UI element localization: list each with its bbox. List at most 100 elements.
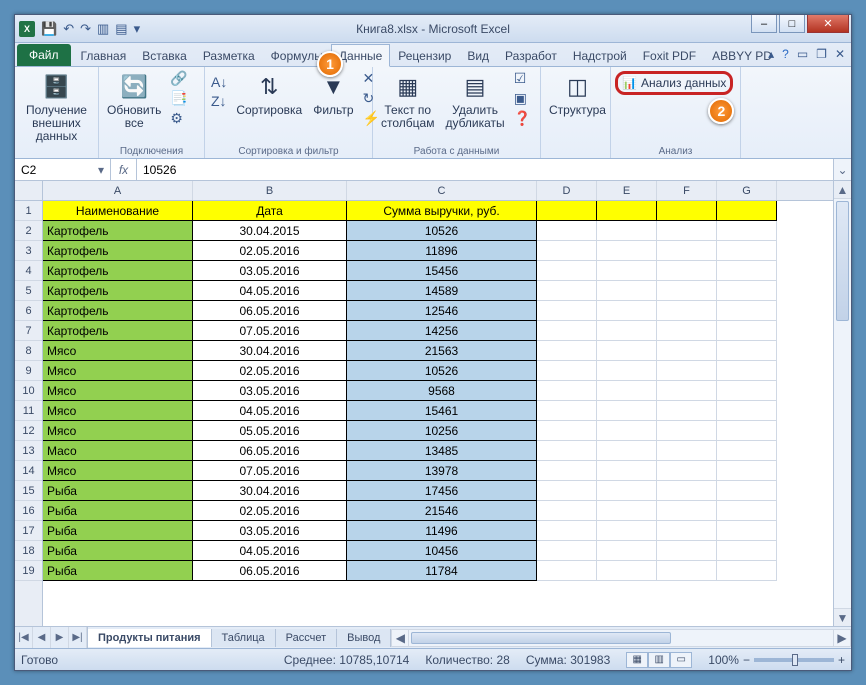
cell[interactable] [657,201,717,221]
namebox-dd-icon[interactable]: ▾ [98,163,104,177]
fbar-expand-icon[interactable]: ⌄ [833,159,851,180]
sheet-tab-2[interactable]: Рассчет [276,629,338,647]
row-header-15[interactable]: 15 [15,481,42,501]
cell[interactable] [717,561,777,581]
name-box-input[interactable] [21,163,81,177]
scroll-left-icon[interactable]: ◀ [391,629,409,647]
row-header-13[interactable]: 13 [15,441,42,461]
scroll-right-icon[interactable]: ▶ [833,629,851,647]
cell[interactable] [657,421,717,441]
col-header-C[interactable]: C [347,181,537,200]
row-header-8[interactable]: 8 [15,341,42,361]
cell[interactable]: 12546 [347,301,537,321]
cell[interactable] [597,521,657,541]
cell[interactable] [717,321,777,341]
cell[interactable]: 30.04.2016 [193,341,347,361]
cell[interactable] [657,481,717,501]
sort-az-icon[interactable]: A↓ [209,73,229,91]
cell[interactable] [537,441,597,461]
cell[interactable]: 05.05.2016 [193,421,347,441]
cell[interactable] [597,421,657,441]
cell[interactable] [657,541,717,561]
cell[interactable] [597,541,657,561]
view-normal-icon[interactable]: ▦ [626,652,648,668]
qat-save-icon[interactable]: 💾 [41,21,57,37]
cell[interactable]: 17456 [347,481,537,501]
qat-undo-icon[interactable]: ↶ [63,21,74,37]
cell[interactable]: 21563 [347,341,537,361]
file-tab[interactable]: Файл [17,44,71,66]
doc-min-icon[interactable]: ▭ [797,47,808,61]
cell[interactable] [717,461,777,481]
horizontal-scrollbar[interactable]: ◀ ▶ [391,629,851,647]
cell[interactable] [717,201,777,221]
cell[interactable] [717,421,777,441]
cell[interactable] [537,421,597,441]
remove-duplicates-button[interactable]: ▤Удалить дубликаты [441,69,508,132]
qat-extra-icon[interactable]: ▥ [97,21,109,37]
cell[interactable] [597,221,657,241]
cell[interactable] [537,281,597,301]
cell[interactable]: Мясо [43,341,193,361]
header-cell[interactable]: Дата [193,201,347,221]
cell[interactable] [597,501,657,521]
data-validation-icon[interactable]: ☑ [512,69,533,88]
cell[interactable] [537,201,597,221]
cell[interactable]: 03.05.2016 [193,521,347,541]
cell[interactable] [717,521,777,541]
cell[interactable]: 03.05.2016 [193,381,347,401]
sheet-tab-0[interactable]: Продукты питания [88,629,212,647]
cell[interactable] [717,241,777,261]
cell[interactable]: 14256 [347,321,537,341]
first-sheet-icon[interactable]: |◀ [15,627,33,649]
cell[interactable]: Картофель [43,221,193,241]
cell[interactable] [657,381,717,401]
maximize-button[interactable]: □ [779,15,805,33]
row-header-3[interactable]: 3 [15,241,42,261]
cell[interactable] [717,381,777,401]
row-header-5[interactable]: 5 [15,281,42,301]
hscroll-thumb[interactable] [411,632,671,644]
doc-close-icon[interactable]: ✕ [835,47,845,61]
row-header-7[interactable]: 7 [15,321,42,341]
cell[interactable]: Картофель [43,321,193,341]
cell[interactable]: 10526 [347,361,537,381]
cell[interactable] [717,301,777,321]
cell[interactable] [537,521,597,541]
cell[interactable] [537,561,597,581]
scroll-thumb[interactable] [836,201,849,321]
minimize-button[interactable]: – [751,15,777,33]
cell[interactable]: 11896 [347,241,537,261]
cell[interactable]: 04.05.2016 [193,281,347,301]
cell[interactable] [597,201,657,221]
cell[interactable]: Картофель [43,241,193,261]
row-header-6[interactable]: 6 [15,301,42,321]
cell[interactable] [657,441,717,461]
cell[interactable]: Рыба [43,541,193,561]
row-header-18[interactable]: 18 [15,541,42,561]
col-header-A[interactable]: A [43,181,193,200]
cell[interactable]: 02.05.2016 [193,501,347,521]
col-header-D[interactable]: D [537,181,597,200]
sheet-tab-3[interactable]: Вывод [337,629,391,647]
cell[interactable] [597,461,657,481]
ribbon-tab-7[interactable]: Разработ [497,44,565,66]
zoom-in-icon[interactable]: + [838,653,845,667]
whatif-icon[interactable]: ❓ [512,109,533,128]
cell[interactable]: 06.05.2016 [193,561,347,581]
cell[interactable]: Рыба [43,481,193,501]
cell[interactable] [657,401,717,421]
row-header-14[interactable]: 14 [15,461,42,481]
cell[interactable] [597,361,657,381]
cell[interactable] [597,481,657,501]
view-layout-icon[interactable]: ▥ [648,652,670,668]
col-header-G[interactable]: G [717,181,777,200]
ribbon-tab-0[interactable]: Главная [73,44,135,66]
cell[interactable] [597,301,657,321]
col-header-E[interactable]: E [597,181,657,200]
cell[interactable] [717,481,777,501]
cell[interactable] [717,221,777,241]
cell[interactable]: 04.05.2016 [193,541,347,561]
qat-extra2-icon[interactable]: ▤ [115,21,127,37]
cell[interactable]: 15461 [347,401,537,421]
